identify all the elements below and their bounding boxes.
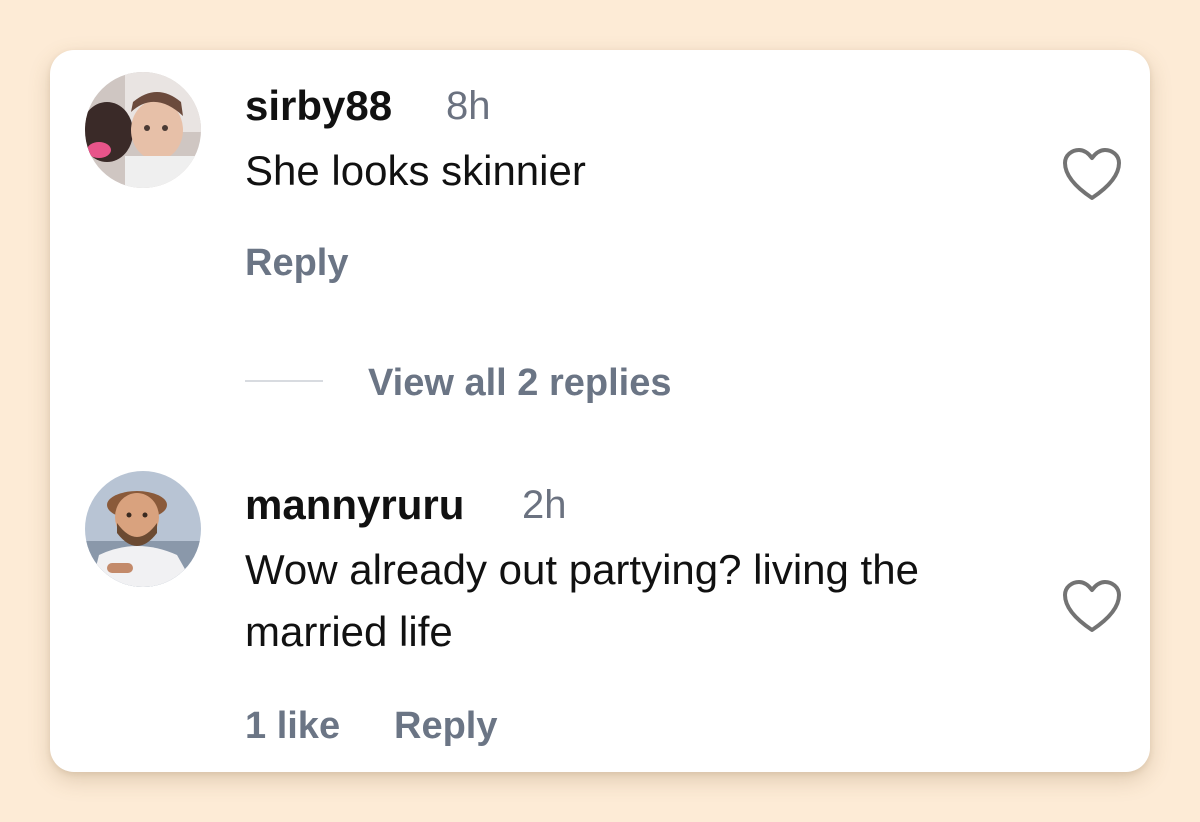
- reply-button[interactable]: Reply: [245, 242, 348, 285]
- heart-outline-icon[interactable]: [1062, 148, 1122, 202]
- likes-count[interactable]: 1 like: [245, 705, 340, 748]
- comment-text: She looks skinnier: [245, 147, 586, 194]
- comment-username[interactable]: mannyruru: [245, 481, 464, 529]
- comment-timestamp: 8h: [446, 84, 491, 128]
- avatar-mannyruru[interactable]: [85, 471, 201, 587]
- comments-card: sirby88 8h She looks skinnier Reply View…: [50, 50, 1150, 772]
- reply-button[interactable]: Reply: [394, 705, 497, 748]
- heart-outline-icon[interactable]: [1062, 580, 1122, 634]
- replies-divider: [245, 380, 323, 382]
- comment-text: Wow already out partying? living the mar…: [245, 546, 919, 655]
- view-replies-button[interactable]: View all 2 replies: [368, 362, 671, 405]
- comment-timestamp: 2h: [522, 483, 567, 527]
- comment-username[interactable]: sirby88: [245, 82, 392, 130]
- avatar-sirby88[interactable]: [85, 72, 201, 188]
